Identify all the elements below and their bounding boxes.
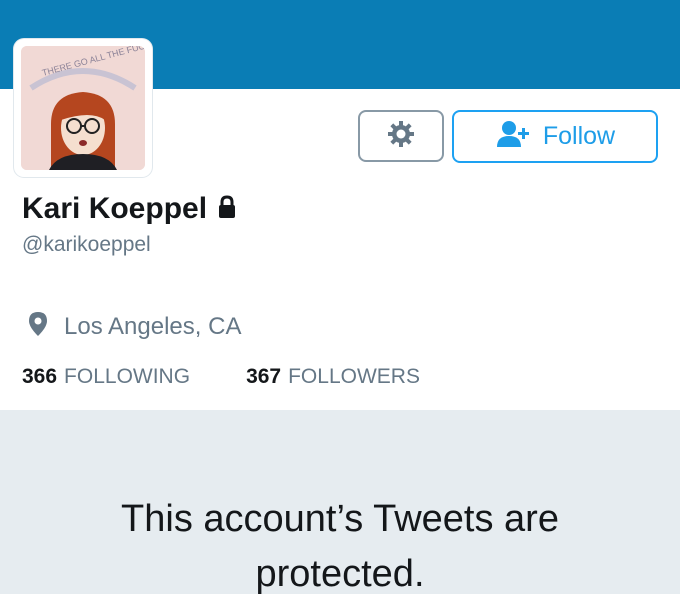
followers-count: 367 bbox=[246, 365, 282, 388]
protected-message-line1: This account’s Tweets are bbox=[121, 498, 559, 540]
settings-button[interactable] bbox=[358, 110, 444, 162]
followers-stat[interactable]: 367 FOLLOWERS bbox=[246, 365, 420, 389]
follow-label: Follow bbox=[542, 122, 616, 150]
gear-icon bbox=[386, 119, 416, 154]
display-name-row: Kari Koeppel bbox=[22, 192, 237, 226]
lock-icon bbox=[217, 194, 237, 224]
follow-button[interactable]: Follow bbox=[452, 110, 658, 163]
avatar[interactable]: THERE GO ALL THE FUCKS I GIVE bbox=[21, 46, 145, 170]
display-name: Kari Koeppel bbox=[22, 192, 208, 225]
handle: @karikoeppel bbox=[22, 233, 151, 256]
following-count: 366 bbox=[22, 365, 58, 388]
stats-row: 366 FOLLOWING 367 FOLLOWERS bbox=[22, 365, 420, 389]
avatar-frame[interactable]: THERE GO ALL THE FUCKS I GIVE bbox=[14, 39, 152, 177]
following-stat[interactable]: 366 FOLLOWING bbox=[22, 365, 190, 389]
location-row: Los Angeles, CA bbox=[28, 311, 241, 342]
add-user-icon bbox=[495, 119, 533, 154]
following-label: FOLLOWING bbox=[64, 365, 191, 388]
location-text: Los Angeles, CA bbox=[64, 312, 242, 340]
location-pin-icon bbox=[28, 311, 48, 342]
followers-label: FOLLOWERS bbox=[288, 365, 420, 388]
protected-message: This account’s Tweets are protected. bbox=[0, 492, 680, 602]
